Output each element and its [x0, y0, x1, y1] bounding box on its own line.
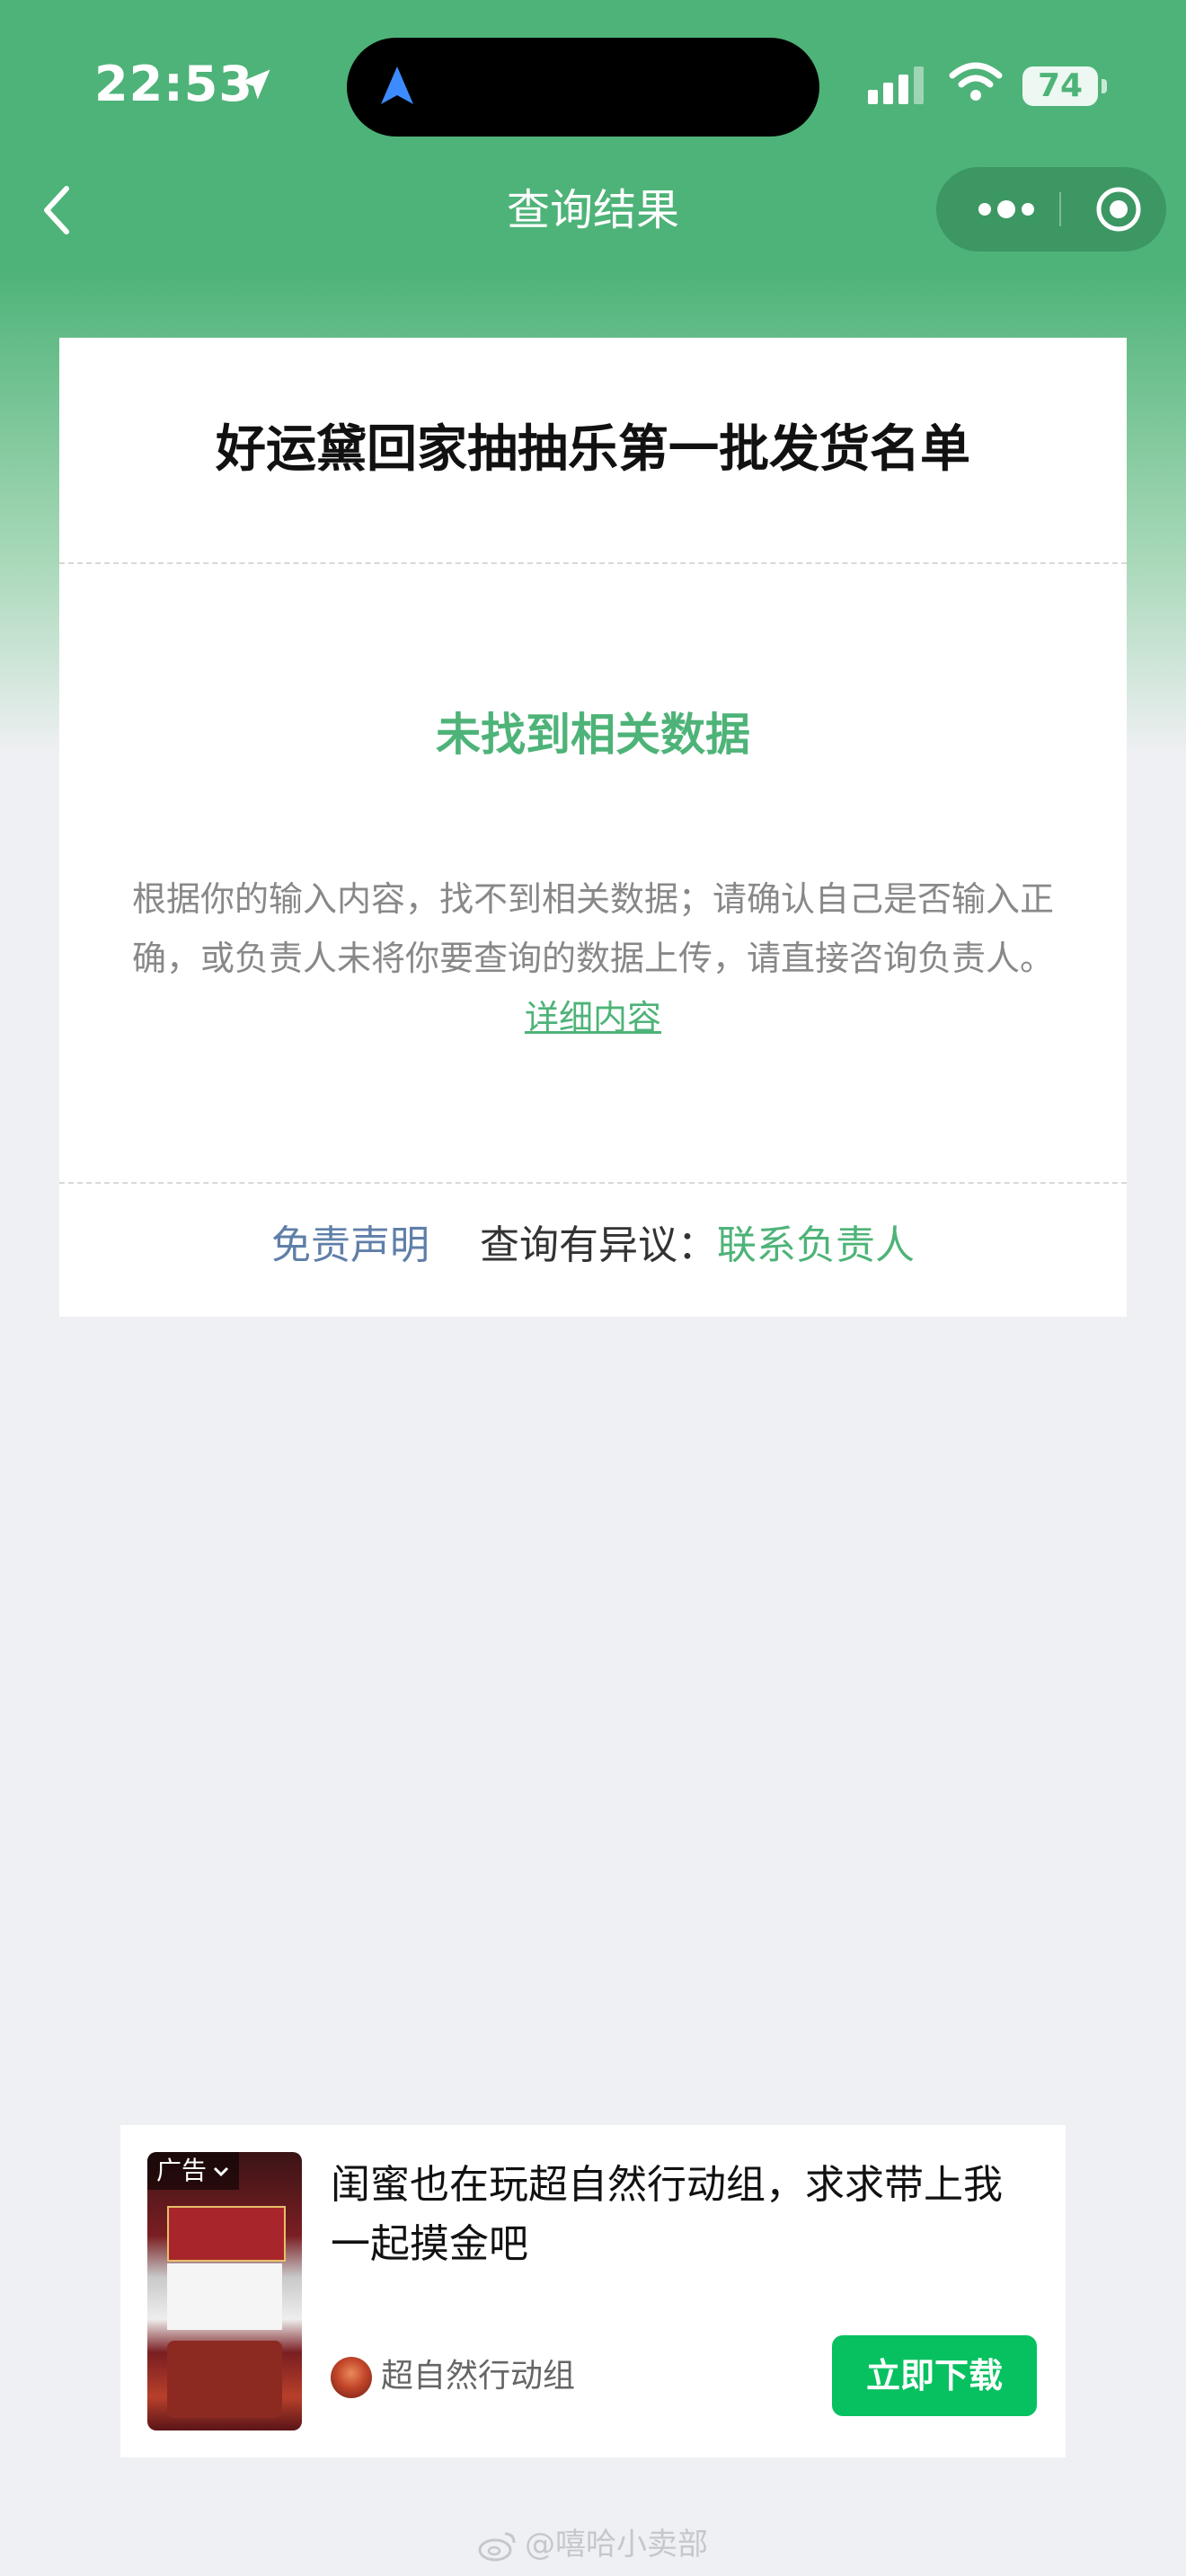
- capsule-divider: [1059, 192, 1061, 226]
- ad-source-name: 超自然行动组: [381, 2358, 576, 2395]
- wifi-icon: [949, 62, 1003, 101]
- divider: [59, 562, 1127, 564]
- status-time: 22:53: [94, 56, 253, 112]
- weibo-icon: [478, 2532, 516, 2561]
- empty-state-text: 根据你的输入内容，找不到相关数据；请确认自己是否输入正确，或负责人未将你要查询的…: [131, 879, 1054, 978]
- watermark-text: @嘻哈小卖部: [525, 2527, 708, 2563]
- battery-level: 74: [1022, 66, 1098, 106]
- download-button[interactable]: 立即下载: [832, 2335, 1037, 2416]
- ad-badge-label: 广告: [156, 2156, 208, 2185]
- more-dots-icon: [978, 200, 1034, 218]
- navigation-icon: [381, 66, 413, 104]
- target-circle-icon: [1096, 187, 1141, 232]
- battery-cap: [1102, 79, 1107, 93]
- ad-thumbnail-banner: [167, 2206, 286, 2262]
- empty-state-description: 根据你的输入内容，找不到相关数据；请确认自己是否输入正确，或负责人未将你要查询的…: [120, 869, 1066, 1047]
- ad-headline[interactable]: 闺蜜也在玩超自然行动组，求求带上我一起摸金吧: [331, 2156, 1040, 2274]
- watermark: @嘻哈小卖部: [0, 2522, 1186, 2567]
- ad-source-avatar: [331, 2357, 372, 2398]
- ad-banner[interactable]: 广告 闺蜜也在玩超自然行动组，求求带上我一起摸金吧 超自然行动组 立即下载: [120, 2125, 1066, 2457]
- dispute-label: 查询有异议：: [480, 1222, 717, 1268]
- close-mini-program-button[interactable]: [1075, 167, 1162, 251]
- ad-thumbnail-illustration: [167, 2263, 282, 2330]
- chevron-down-icon: [213, 2166, 229, 2177]
- empty-state-title: 未找到相关数据: [436, 709, 750, 761]
- cellular-signal-icon: [868, 66, 924, 104]
- details-link[interactable]: 详细内容: [525, 998, 661, 1037]
- dynamic-island: [347, 38, 819, 137]
- ad-thumbnail[interactable]: 广告: [147, 2152, 302, 2430]
- ad-badge[interactable]: 广告: [147, 2152, 240, 2190]
- more-button[interactable]: [963, 167, 1049, 251]
- divider: [59, 1182, 1127, 1184]
- disclaimer-link[interactable]: 免责声明: [271, 1222, 429, 1268]
- mini-program-capsule: [936, 167, 1166, 251]
- ad-thumbnail-characters: [167, 2341, 282, 2418]
- location-arrow-icon: [240, 69, 270, 100]
- list-title: 好运黛回家抽抽乐第一批发货名单: [216, 420, 970, 479]
- result-card: 好运黛回家抽抽乐第一批发货名单 未找到相关数据 根据你的输入内容，找不到相关数据…: [59, 338, 1127, 1317]
- card-footer: 免责声明 查询有异议：联系负责人: [59, 1218, 1127, 1274]
- contact-owner-link[interactable]: 联系负责人: [717, 1222, 915, 1268]
